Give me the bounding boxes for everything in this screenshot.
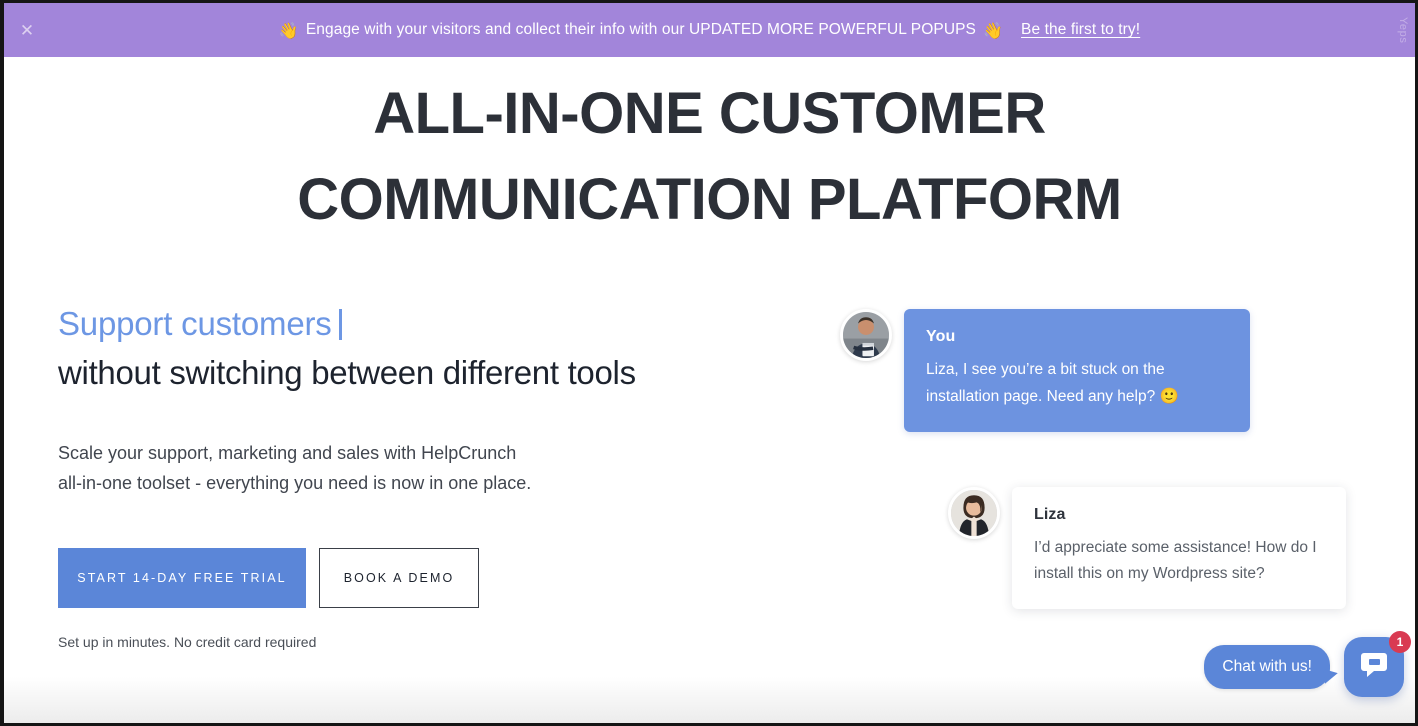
promo-banner-content: 👋 Engage with your visitors and collect … xyxy=(279,21,1140,40)
hero-title-line-2: COMMUNICATION PLATFORM xyxy=(297,167,1122,232)
page-viewport: ✕ 👋 Engage with your visitors and collec… xyxy=(4,3,1415,723)
chat-teaser-bubble[interactable]: Chat with us! xyxy=(1204,645,1330,689)
promo-banner-text: Engage with your visitors and collect th… xyxy=(305,21,976,38)
typing-caret xyxy=(338,309,342,340)
chat-message-text: I’d appreciate some assistance! How do I… xyxy=(1034,539,1317,582)
hero-title-line-1: ALL-IN-ONE CUSTOMER xyxy=(373,81,1046,146)
hero-subheading-static: without switching between different tool… xyxy=(58,354,636,391)
avatar-you xyxy=(840,309,892,361)
hero-description: Scale your support, marketing and sales … xyxy=(58,438,758,498)
chat-sender-name: Liza xyxy=(1034,506,1066,523)
promo-banner-brand: Yeps xyxy=(1397,16,1409,44)
waving-hand-icon-right: 👋 xyxy=(983,20,1004,40)
avatar-liza xyxy=(948,487,1000,539)
hero-description-line-1: Scale your support, marketing and sales … xyxy=(58,443,517,463)
chat-bubble-icon xyxy=(1359,650,1389,685)
start-free-trial-button[interactable]: START 14-DAY FREE TRIAL xyxy=(58,548,306,608)
page-bottom-fade xyxy=(4,677,1415,723)
hero-subheading-typed-text: Support customers xyxy=(58,305,332,342)
chat-conversation-mockup: You Liza, I see you’re a bit stuck on th… xyxy=(840,309,1360,609)
promo-banner: ✕ 👋 Engage with your visitors and collec… xyxy=(4,3,1415,57)
hero-subheading-typed: Support customers xyxy=(58,301,758,347)
hero-description-line-2: all-in-one toolset - everything you need… xyxy=(58,473,532,493)
chat-message-you: You Liza, I see you’re a bit stuck on th… xyxy=(840,309,1360,432)
chat-bubble-liza: Liza I’d appreciate some assistance! How… xyxy=(1012,487,1346,609)
chat-widget: Chat with us! 1 xyxy=(1204,631,1411,697)
hero-cta-row: START 14-DAY FREE TRIAL BOOK A DEMO xyxy=(58,548,758,608)
page-title: ALL-IN-ONE CUSTOMER COMMUNICATION PLATFO… xyxy=(4,71,1415,243)
close-icon[interactable]: ✕ xyxy=(16,19,38,41)
promo-banner-link[interactable]: Be the first to try! xyxy=(1021,21,1140,39)
chat-message-body: Liza, I see you’re a bit stuck on the in… xyxy=(926,361,1165,405)
unread-badge: 1 xyxy=(1389,631,1411,653)
chat-message-liza: Liza I’d appreciate some assistance! How… xyxy=(948,487,1360,609)
cta-note: Set up in minutes. No credit card requir… xyxy=(58,634,317,650)
book-a-demo-button[interactable]: BOOK A DEMO xyxy=(319,548,479,608)
waving-hand-icon-left: 👋 xyxy=(278,20,299,40)
chat-launcher-button[interactable]: 1 xyxy=(1344,631,1411,697)
browser-page-frame: ✕ 👋 Engage with your visitors and collec… xyxy=(0,0,1418,726)
hero-left-column: Support customers without switching betw… xyxy=(58,301,758,650)
chat-message-text: Liza, I see you’re a bit stuck on the in… xyxy=(926,357,1228,410)
chat-sender-name: You xyxy=(926,328,956,345)
chat-bubble-you: You Liza, I see you’re a bit stuck on th… xyxy=(904,309,1250,432)
slight-smile-emoji-icon: 🙂 xyxy=(1159,387,1179,405)
